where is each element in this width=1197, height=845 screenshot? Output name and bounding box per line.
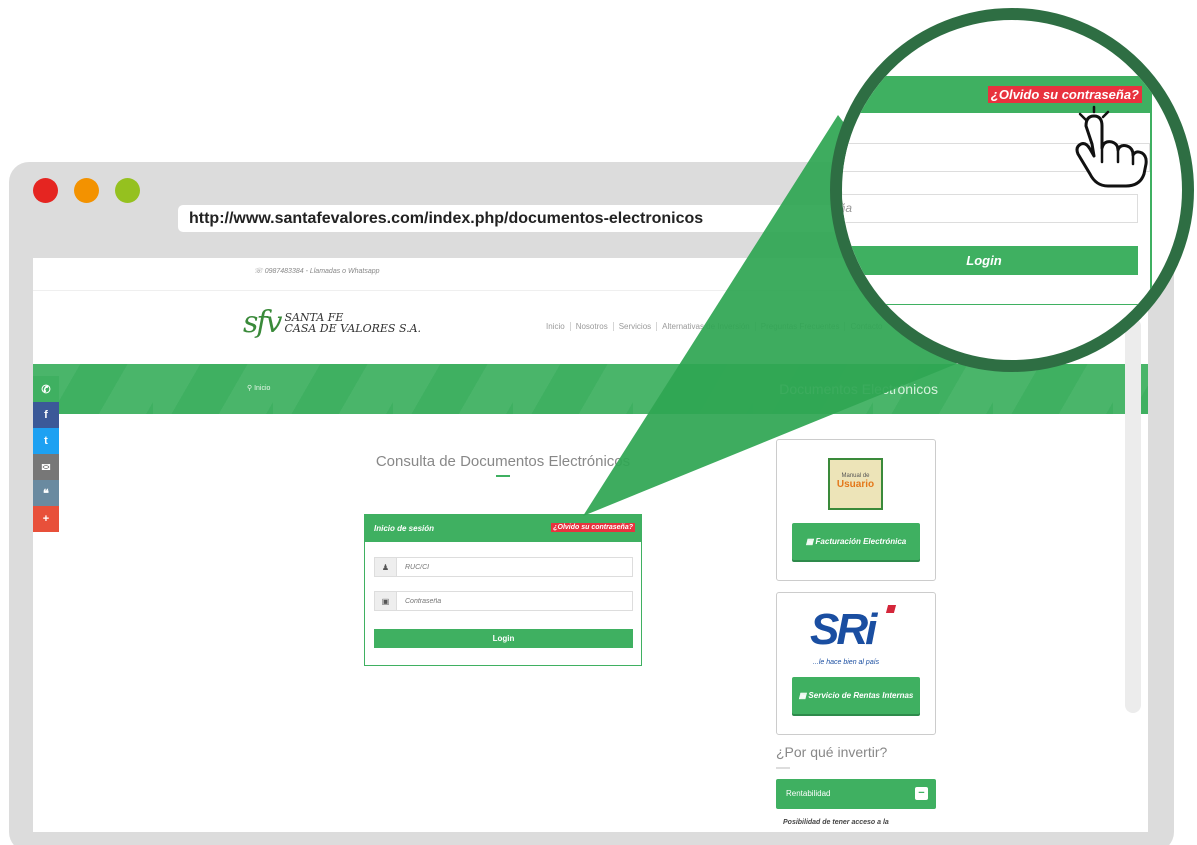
rentabilidad-accordion[interactable]: Rentabilidad − (776, 779, 936, 809)
manual-line2: Usuario (836, 479, 875, 490)
magnifier-callout: ¿Olvido su contraseña? eña Login (830, 8, 1194, 372)
minimize-window-icon[interactable] (74, 178, 99, 203)
twitter-icon[interactable]: t (33, 428, 59, 454)
site-logo[interactable]: sfv SANTA FE CASA DE VALORES S.A. (243, 305, 421, 340)
document-icon: ▦ (805, 537, 816, 546)
nav-item-servicios[interactable]: Servicios (614, 322, 658, 331)
nav-item-alternativas[interactable]: Alternativas de Inversión (657, 322, 756, 331)
close-window-icon[interactable] (33, 178, 58, 203)
login-panel: Inicio de sesión ¿Olvido su contraseña? … (364, 514, 642, 666)
manual-book-icon[interactable]: Manual de Usuario (828, 458, 883, 510)
page-header-band: ⚲ Inicio Documentos Electrónicos (33, 364, 1148, 414)
maximize-window-icon[interactable] (115, 178, 140, 203)
magnified-login-button[interactable]: Login (842, 246, 1138, 275)
user-field: ♟ (374, 557, 633, 577)
main-nav: Inicio Nosotros Servicios Alternativas d… (541, 322, 888, 331)
login-header: Inicio de sesión ¿Olvido su contraseña? (365, 515, 641, 542)
whatsapp-icon[interactable]: ✆ (33, 376, 59, 402)
lock-icon: ▣ (375, 592, 397, 610)
nav-item-nosotros[interactable]: Nosotros (571, 322, 614, 331)
login-button[interactable]: Login (374, 629, 633, 648)
manual-box: Manual de Usuario ▦ Facturación Electrón… (776, 439, 936, 581)
sri-box: SRi ...le hace bien al país ▦ Servicio d… (776, 592, 936, 735)
magnified-panel-bottom (842, 304, 1152, 305)
logo-mark: sfv (243, 305, 282, 340)
rentabilidad-label: Rentabilidad (786, 789, 831, 798)
sri-tagline: ...le hace bien al país (813, 659, 880, 666)
document-icon: ▦ (798, 691, 809, 700)
collapse-icon[interactable]: − (915, 787, 928, 800)
magnified-password-field[interactable]: eña (842, 194, 1138, 223)
social-share-bar: ✆ f t ✉ ❝ + (33, 376, 59, 532)
title-underline (496, 475, 510, 477)
breadcrumb[interactable]: ⚲ Inicio (247, 384, 270, 392)
magnified-forgot-password-link[interactable]: ¿Olvido su contraseña? (987, 86, 1142, 103)
canvas: http://www.santafevalores.com/index.php/… (0, 0, 1197, 845)
password-input[interactable] (397, 592, 632, 610)
chat-icon[interactable]: ❝ (33, 480, 59, 506)
invertir-title: ¿Por qué invertir? (776, 744, 888, 760)
plus-icon[interactable]: + (33, 506, 59, 532)
forgot-password-link[interactable]: ¿Olvido su contraseña? (551, 523, 635, 532)
nav-item-inicio[interactable]: Inicio (541, 322, 571, 331)
login-title: Inicio de sesión (374, 524, 435, 533)
facturacion-button[interactable]: ▦ Facturación Electrónica (792, 523, 920, 560)
facebook-icon[interactable]: f (33, 402, 59, 428)
page-title: Documentos Electrónicos (779, 381, 938, 397)
password-field: ▣ (374, 591, 633, 611)
nav-item-preguntas[interactable]: Preguntas Frecuentes (756, 322, 846, 331)
address-bar[interactable]: http://www.santafevalores.com/index.php/… (178, 205, 908, 232)
consulta-title: Consulta de Documentos Electrónicos (375, 453, 631, 470)
magnified-login-detail: ¿Olvido su contraseña? eña Login (842, 20, 1182, 360)
invertir-underline (776, 767, 790, 769)
logo-text: SANTA FE CASA DE VALORES S.A. (284, 310, 422, 335)
email-icon[interactable]: ✉ (33, 454, 59, 480)
user-icon: ♟ (375, 558, 397, 576)
sri-button[interactable]: ▦ Servicio de Rentas Internas (792, 677, 920, 714)
hand-pointer-icon (1075, 105, 1148, 188)
sri-logo[interactable]: SRi (810, 605, 877, 655)
phone-contact[interactable]: ☏ 0987483384 - Llamadas o Whatsapp (254, 267, 380, 275)
scrollbar[interactable] (1125, 318, 1141, 713)
phone-icon: ☏ (254, 268, 265, 275)
sri-logo-accent (885, 605, 897, 613)
user-input[interactable] (397, 558, 632, 576)
rentabilidad-text: Posibilidad de tener acceso a la (783, 819, 889, 826)
